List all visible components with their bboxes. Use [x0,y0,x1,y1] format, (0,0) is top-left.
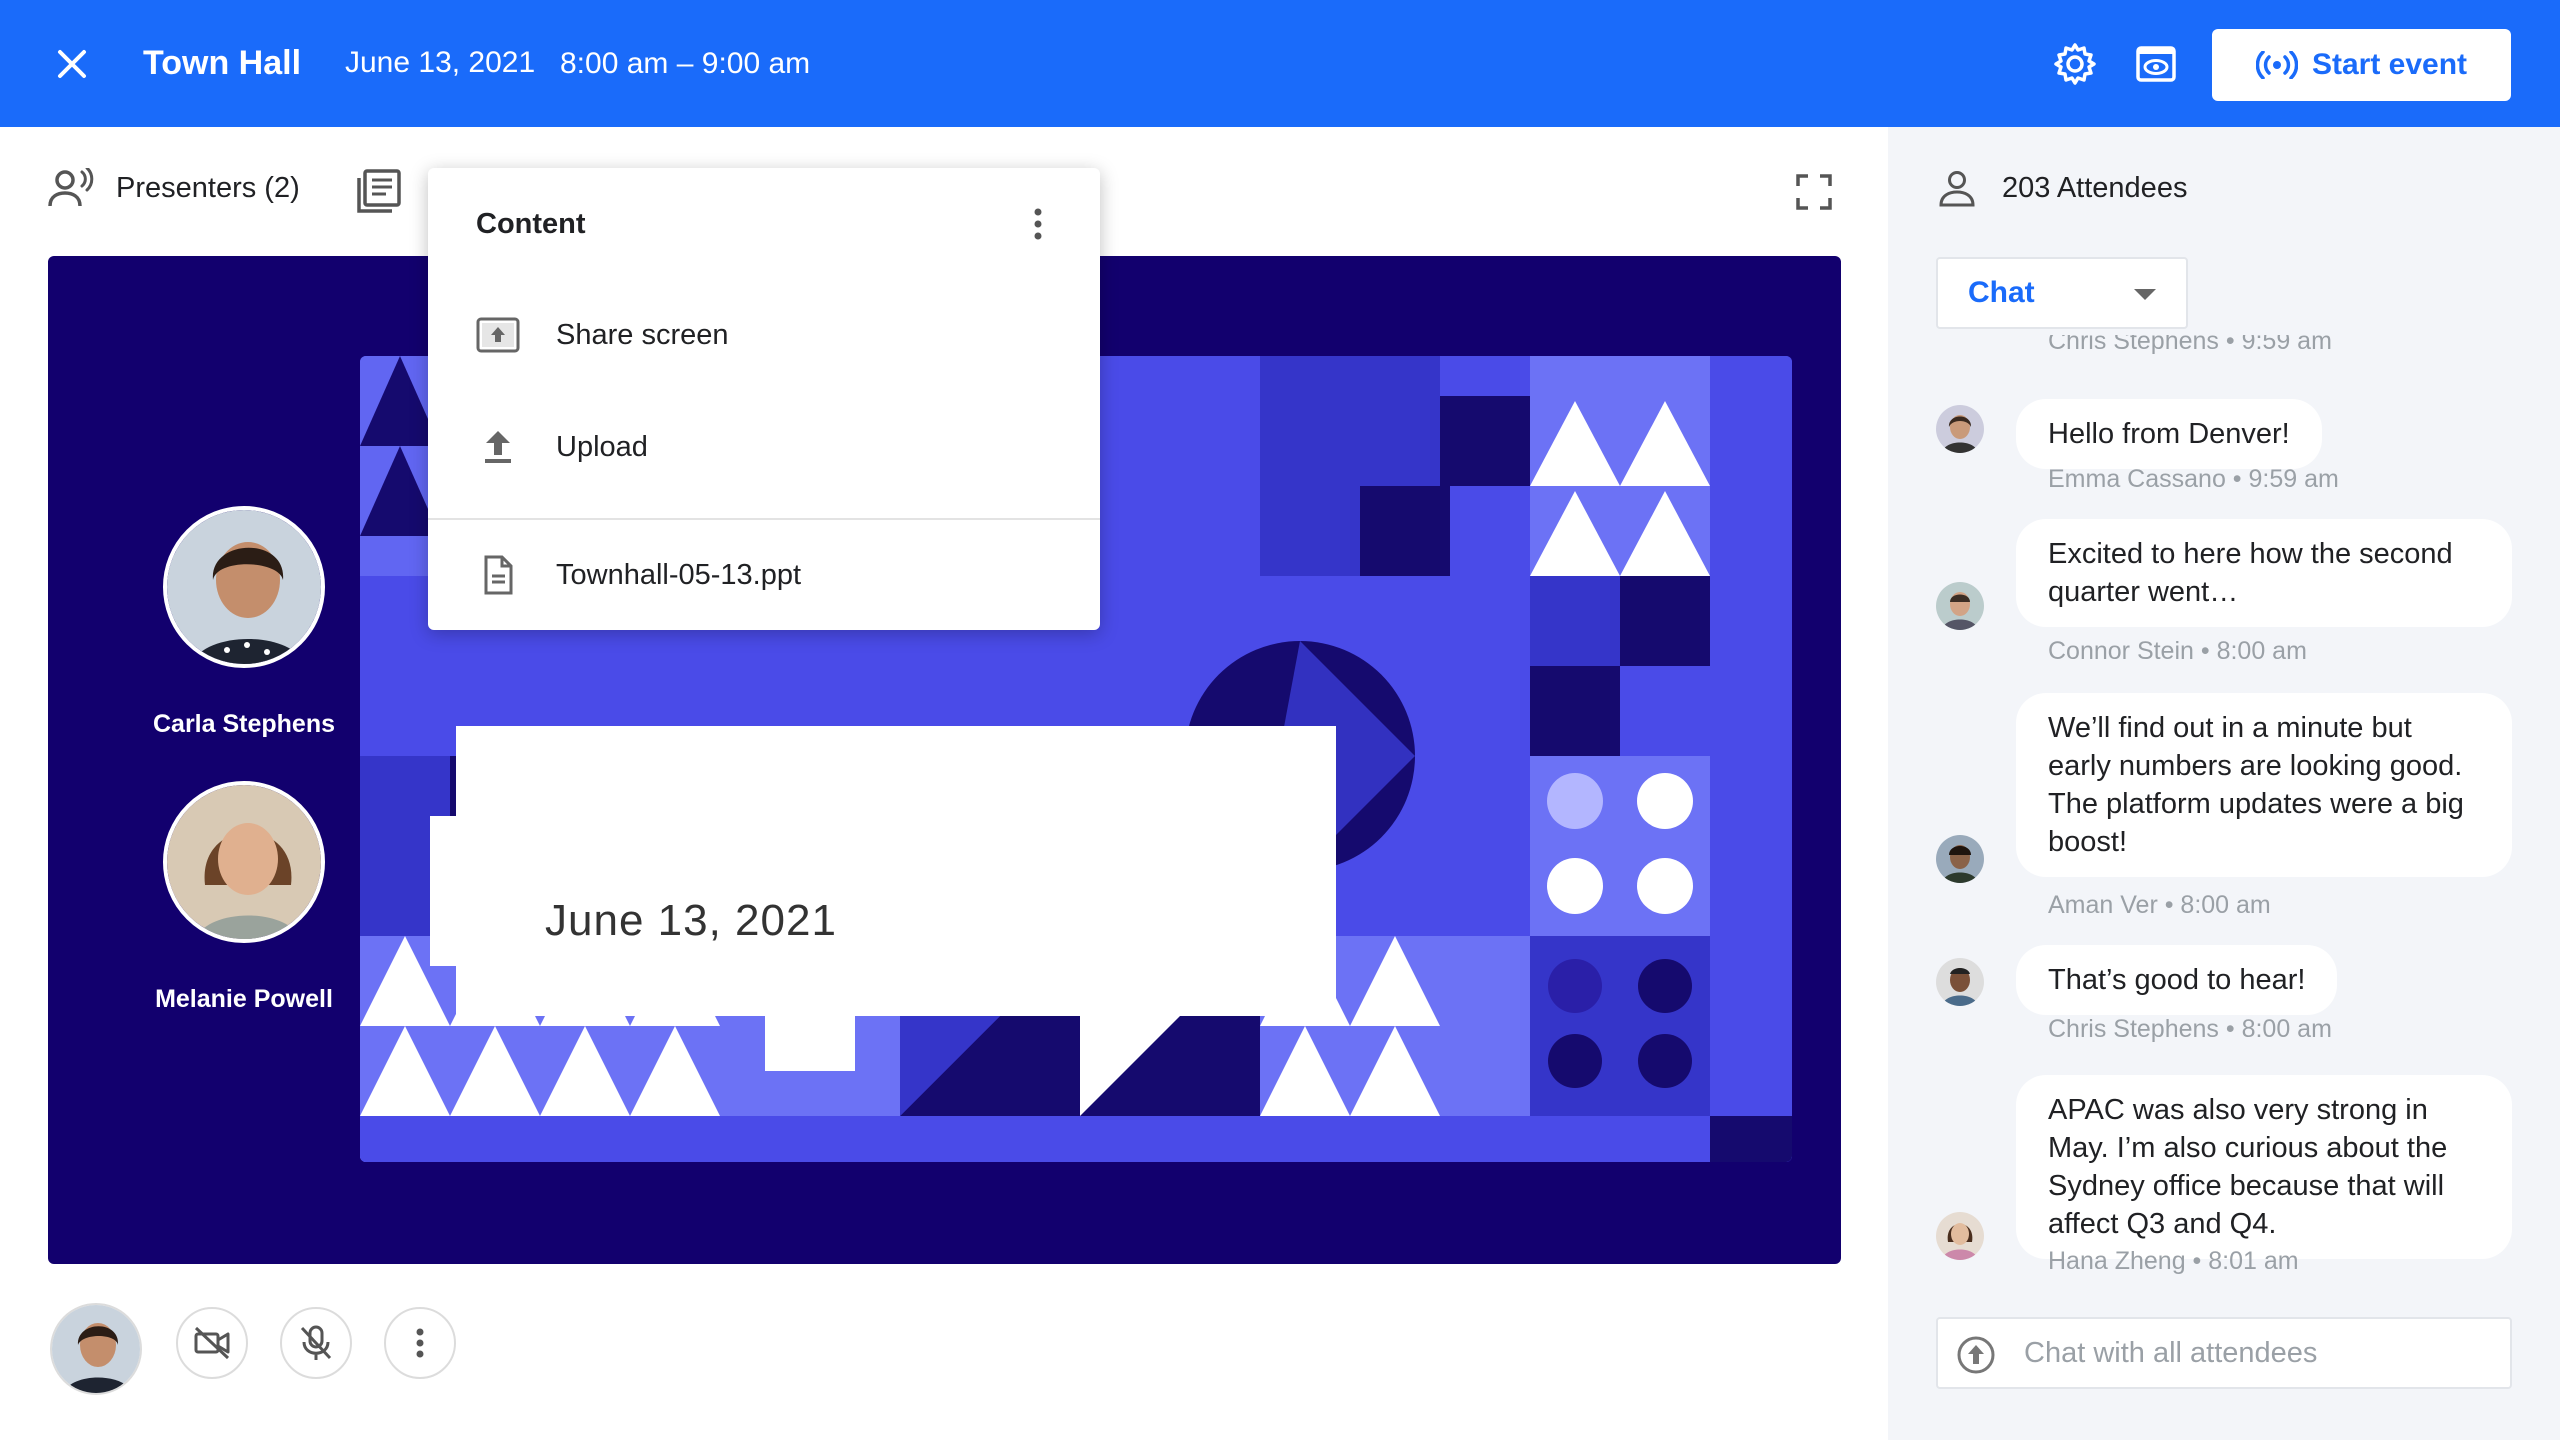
chat-meta: Chris Stephens • 9:59 am [2048,335,2332,355]
mic-toggle-button[interactable] [280,1307,352,1379]
more-options-button[interactable] [384,1307,456,1379]
chat-meta: Connor Stein • 8:00 am [2048,637,2307,665]
mic-off-icon [300,1325,332,1360]
send-up-icon[interactable] [1956,1335,1996,1375]
menu-item-label: Share screen [556,318,729,351]
presenter-icon [48,168,94,207]
presenters-toggle[interactable]: Presenters (2) [48,168,300,208]
menu-item-label: Townhall-05-13.ppt [556,558,802,591]
avatar [163,506,325,668]
chat-input-placeholder: Chat with all attendees [2024,1337,2318,1369]
avatar [1936,405,1984,453]
event-date: June 13, 2021 [345,46,536,79]
attendee-panel: 203 Attendees Chat Chris Stephens • 9:59… [1888,127,2560,1440]
chat-bubble: APAC was also very strong in May. I’m al… [2016,1075,2512,1259]
menu-item-share-screen[interactable]: Share screen [428,290,1100,380]
close-icon[interactable] [52,44,92,84]
event-title: Town Hall [143,44,302,82]
preview-icon[interactable] [2135,43,2177,85]
chat-meta: Hana Zheng • 8:01 am [2048,1247,2299,1275]
avatar [163,781,325,943]
menu-item-file[interactable]: Townhall-05-13.ppt [428,530,1100,620]
chat-list: Chris Stephens • 9:59 am Hello from Denv… [1888,335,2560,1335]
chat-mode-value: Chat [1968,276,2035,309]
presenter-name: Carla Stephens [152,710,335,738]
chat-meta: Emma Cassano • 9:59 am [2048,465,2339,493]
chevron-down-icon [2134,289,2156,300]
event-time: 8:00 am – 9:00 am [560,47,811,80]
gear-icon[interactable] [2053,42,2097,86]
chat-bubble: We’ll find out in a minute but early num… [2016,693,2512,877]
content-menu: Content Share screen Upload Townhall-05-… [428,168,1100,630]
menu-item-upload[interactable]: Upload [428,402,1100,492]
content-menu-title: Content [476,208,586,240]
more-vert-icon [416,1328,424,1358]
presenter-tile[interactable]: Melanie Powell [114,781,374,1014]
start-event-label: Start event [2311,48,2468,81]
more-vert-icon[interactable] [1020,206,1056,242]
chat-meta: Aman Ver • 8:00 am [2048,891,2271,919]
avatar [1936,958,1984,1006]
top-bar: Town Hall June 13, 2021 8:00 am – 9:00 a… [0,0,2560,127]
presenters-label: Presenters (2) [116,171,300,204]
menu-divider [428,518,1100,520]
chat-input[interactable]: Chat with all attendees [1936,1317,2512,1389]
chat-meta: Chris Stephens • 8:00 am [2048,1015,2332,1043]
chat-bubble: That’s good to hear! [2016,945,2338,1015]
slide-date: June 13, 2021 [545,896,837,945]
share-screen-icon [476,317,520,353]
start-event-button[interactable]: Start event [2212,29,2511,101]
fullscreen-icon[interactable] [1796,174,1832,210]
camera-toggle-button[interactable] [176,1307,248,1379]
presenter-name: Melanie Powell [155,985,333,1013]
avatar [1936,582,1984,630]
broadcast-icon [2255,51,2298,79]
menu-item-label: Upload [556,430,648,463]
chat-bubble: Hello from Denver! [2016,399,2322,469]
chat-bubble: Excited to here how the second quarter w… [2016,519,2512,627]
avatar [1936,835,1984,883]
presenter-tile[interactable]: Carla Stephens [114,506,374,739]
self-avatar[interactable] [50,1303,142,1395]
camera-off-icon [194,1326,230,1360]
person-icon [1939,171,1975,207]
attendees-label: 203 Attendees [2002,171,2188,204]
content-icon[interactable] [356,168,402,214]
document-icon [484,555,513,595]
attendees-toggle[interactable]: 203 Attendees [1938,169,2187,207]
chat-mode-select[interactable]: Chat [1936,257,2188,329]
upload-icon [485,431,511,463]
avatar [1936,1212,1984,1260]
